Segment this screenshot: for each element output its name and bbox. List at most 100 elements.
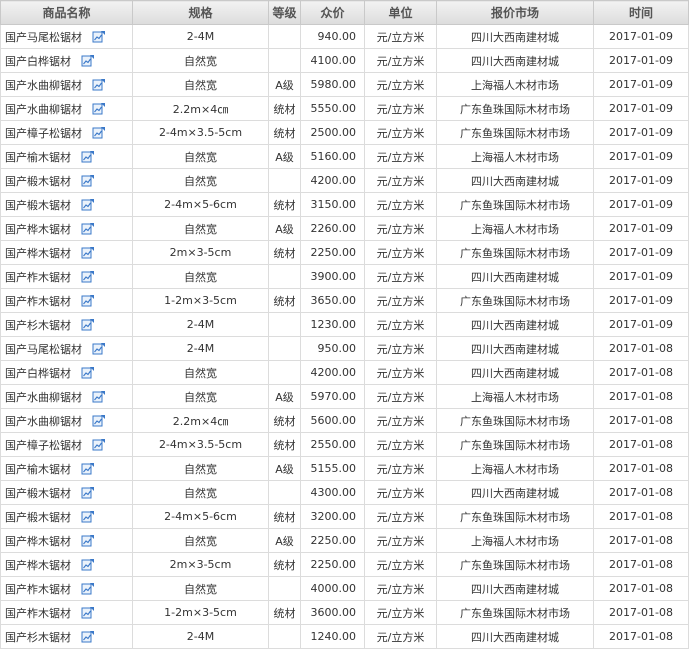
col-header-date: 时间: [593, 0, 689, 25]
grade-cell: 统材: [268, 96, 301, 121]
date-cell: 2017-01-08: [593, 504, 689, 529]
date-cell: 2017-01-08: [593, 384, 689, 409]
grade-cell: [268, 576, 301, 601]
product-name-link[interactable]: 国产水曲柳锯材: [5, 79, 82, 92]
price-cell: 3600.00: [300, 600, 365, 625]
market-cell: 上海福人木材市场: [436, 144, 594, 169]
price-chart-icon[interactable]: [92, 126, 106, 139]
product-name-link[interactable]: 国产椴木锯材: [5, 199, 71, 212]
product-name-link[interactable]: 国产桦木锯材: [5, 559, 71, 572]
product-name-link[interactable]: 国产柞木锯材: [5, 607, 71, 620]
product-name-link[interactable]: 国产桦木锯材: [5, 223, 71, 236]
unit-cell: 元/立方米: [364, 432, 437, 457]
price-cell: 3900.00: [300, 264, 365, 289]
col-header-unit: 单位: [364, 0, 437, 25]
product-name-cell: 国产榆木锯材: [0, 144, 133, 169]
product-name-link[interactable]: 国产杉木锯材: [5, 319, 71, 332]
price-chart-icon[interactable]: [81, 582, 95, 595]
grade-cell: 统材: [268, 288, 301, 313]
price-chart-icon[interactable]: [81, 222, 95, 235]
price-chart-icon[interactable]: [92, 390, 106, 403]
table-row: 国产椴木锯材 2-4m×5-6cm 统材 3200.00 元/立方米 广东鱼珠国…: [0, 504, 689, 529]
product-name-link[interactable]: 国产马尾松锯材: [5, 31, 82, 44]
market-cell: 广东鱼珠国际木材市场: [436, 120, 594, 145]
table-body: 国产马尾松锯材 2-4M 940.00 元/立方米 四川大西南建材城 2017-…: [0, 24, 689, 649]
col-header-market: 报价市场: [436, 0, 594, 25]
price-chart-icon[interactable]: [81, 318, 95, 331]
unit-cell: 元/立方米: [364, 480, 437, 505]
grade-cell: 统材: [268, 240, 301, 265]
price-cell: 4200.00: [300, 360, 365, 385]
product-name-link[interactable]: 国产榆木锯材: [5, 463, 71, 476]
product-name-cell: 国产椴木锯材: [0, 168, 133, 193]
price-chart-icon[interactable]: [81, 270, 95, 283]
market-cell: 四川大西南建材城: [436, 48, 594, 73]
product-name-link[interactable]: 国产水曲柳锯材: [5, 415, 82, 428]
spec-cell: 自然宽: [132, 456, 269, 481]
spec-cell: 自然宽: [132, 72, 269, 97]
spec-cell: 自然宽: [132, 480, 269, 505]
market-cell: 广东鱼珠国际木材市场: [436, 504, 594, 529]
grade-cell: 统材: [268, 120, 301, 145]
product-name-link[interactable]: 国产白桦锯材: [5, 367, 71, 380]
price-chart-icon[interactable]: [81, 198, 95, 211]
date-cell: 2017-01-09: [593, 96, 689, 121]
date-cell: 2017-01-09: [593, 24, 689, 49]
table-row: 国产柞木锯材 1-2m×3-5cm 统材 3600.00 元/立方米 广东鱼珠国…: [0, 600, 689, 625]
price-chart-icon[interactable]: [81, 510, 95, 523]
table-row: 国产樟子松锯材 2-4m×3.5-5cm 统材 2550.00 元/立方米 广东…: [0, 432, 689, 457]
product-name-link[interactable]: 国产桦木锯材: [5, 247, 71, 260]
spec-cell: 自然宽: [132, 264, 269, 289]
product-name-cell: 国产马尾松锯材: [0, 336, 133, 361]
spec-cell: 自然宽: [132, 528, 269, 553]
product-name-link[interactable]: 国产水曲柳锯材: [5, 391, 82, 404]
price-chart-icon[interactable]: [92, 78, 106, 91]
product-name-link[interactable]: 国产桦木锯材: [5, 535, 71, 548]
price-cell: 4000.00: [300, 576, 365, 601]
price-chart-icon[interactable]: [81, 150, 95, 163]
market-cell: 四川大西南建材城: [436, 312, 594, 337]
product-name-cell: 国产榆木锯材: [0, 456, 133, 481]
price-chart-icon[interactable]: [81, 534, 95, 547]
market-cell: 广东鱼珠国际木材市场: [436, 432, 594, 457]
spec-cell: 2-4M: [132, 336, 269, 361]
product-name-cell: 国产马尾松锯材: [0, 24, 133, 49]
product-name-link[interactable]: 国产椴木锯材: [5, 511, 71, 524]
spec-cell: 2.2m×4㎝: [132, 408, 269, 433]
product-name-link[interactable]: 国产水曲柳锯材: [5, 103, 82, 116]
price-chart-icon[interactable]: [92, 438, 106, 451]
price-chart-icon[interactable]: [81, 486, 95, 499]
price-chart-icon[interactable]: [92, 102, 106, 115]
price-chart-icon[interactable]: [81, 54, 95, 67]
spec-cell: 2-4M: [132, 312, 269, 337]
price-chart-icon[interactable]: [92, 342, 106, 355]
price-chart-icon[interactable]: [92, 414, 106, 427]
market-cell: 广东鱼珠国际木材市场: [436, 96, 594, 121]
product-name-link[interactable]: 国产杉木锯材: [5, 631, 71, 644]
unit-cell: 元/立方米: [364, 552, 437, 577]
price-cell: 2250.00: [300, 528, 365, 553]
price-chart-icon[interactable]: [81, 630, 95, 643]
price-chart-icon[interactable]: [81, 462, 95, 475]
price-chart-icon[interactable]: [81, 366, 95, 379]
price-chart-icon[interactable]: [81, 606, 95, 619]
product-name-link[interactable]: 国产柞木锯材: [5, 295, 71, 308]
price-chart-icon[interactable]: [81, 174, 95, 187]
product-name-link[interactable]: 国产椴木锯材: [5, 487, 71, 500]
product-name-link[interactable]: 国产柞木锯材: [5, 271, 71, 284]
product-name-link[interactable]: 国产樟子松锯材: [5, 439, 82, 452]
price-chart-icon[interactable]: [92, 30, 106, 43]
price-cell: 5155.00: [300, 456, 365, 481]
price-chart-icon[interactable]: [81, 558, 95, 571]
product-name-link[interactable]: 国产椴木锯材: [5, 175, 71, 188]
product-name-link[interactable]: 国产樟子松锯材: [5, 127, 82, 140]
product-name-link[interactable]: 国产白桦锯材: [5, 55, 71, 68]
spec-cell: 2m×3-5cm: [132, 552, 269, 577]
price-chart-icon[interactable]: [81, 294, 95, 307]
price-chart-icon[interactable]: [81, 246, 95, 259]
spec-cell: 自然宽: [132, 144, 269, 169]
price-cell: 2550.00: [300, 432, 365, 457]
product-name-link[interactable]: 国产马尾松锯材: [5, 343, 82, 356]
product-name-link[interactable]: 国产榆木锯材: [5, 151, 71, 164]
product-name-link[interactable]: 国产柞木锯材: [5, 583, 71, 596]
